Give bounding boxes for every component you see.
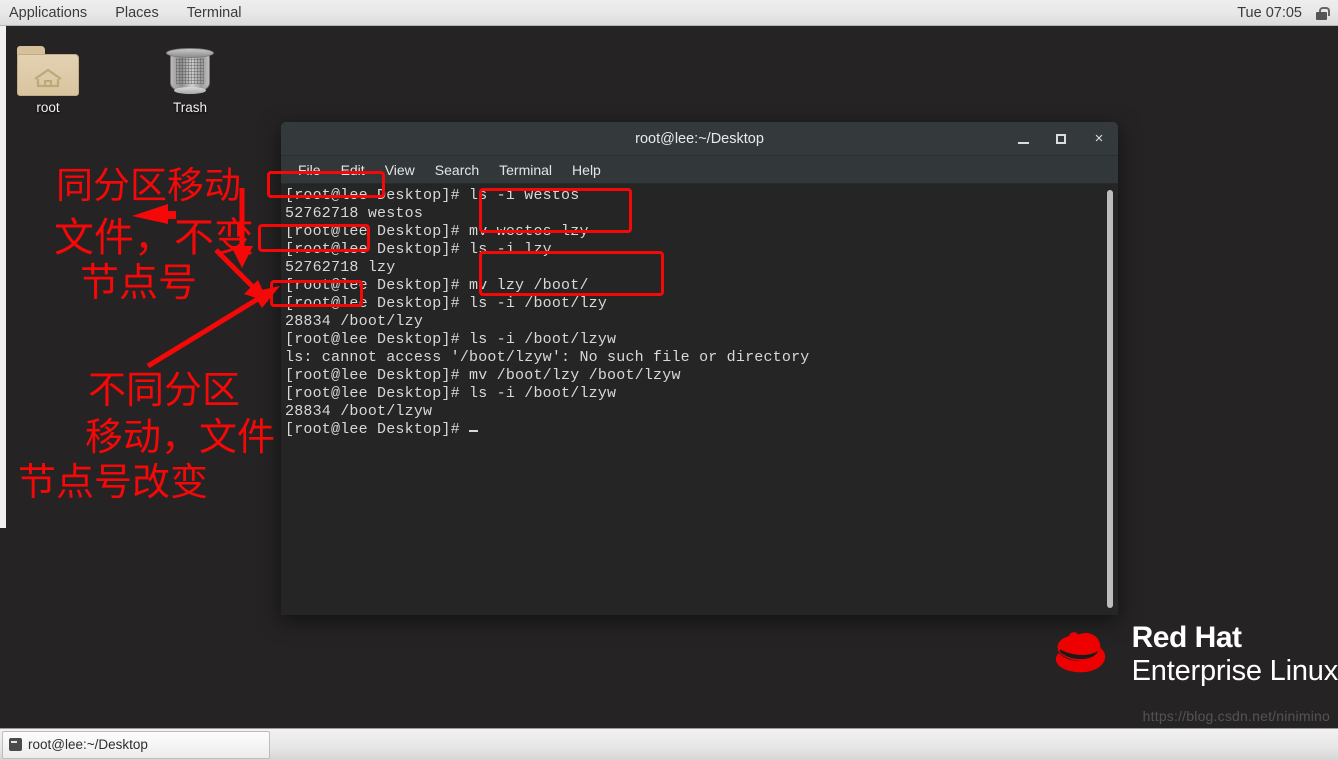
menu-terminal[interactable]: Terminal (492, 160, 559, 180)
panel-menu-applications[interactable]: Applications (0, 0, 101, 26)
desktop-icon-root[interactable]: root (0, 46, 96, 115)
terminal-line: 28834 /boot/lzy (285, 313, 424, 330)
terminal-menu-bar: File Edit View Search Terminal Help (281, 156, 1118, 184)
terminal-line: [root@lee Desktop]# ls -i lzy (285, 241, 552, 258)
taskbar: root@lee:~/Desktop (0, 728, 1338, 760)
top-panel: Applications Places Terminal Tue 07:05 (0, 0, 1338, 26)
terminal-line: [root@lee Desktop]# mv westos lzy (285, 223, 589, 240)
panel-menu-terminal[interactable]: Terminal (173, 0, 256, 26)
terminal-line: [root@lee Desktop]# ls -i /boot/lzyw (285, 331, 617, 348)
trash-icon (164, 46, 216, 96)
desktop-screen: Applications Places Terminal Tue 07:05 r… (0, 0, 1338, 760)
terminal-window[interactable]: root@lee:~/Desktop × File Edit View Sear… (281, 122, 1118, 615)
clock[interactable]: Tue 07:05 (1227, 5, 1312, 21)
close-icon[interactable]: × (1088, 128, 1110, 150)
terminal-scrollbar[interactable] (1107, 190, 1113, 608)
annotation-same-partition-line1: 同分区移动 (56, 164, 241, 207)
minimize-icon[interactable] (1012, 128, 1034, 150)
terminal-line: 52762718 lzy (285, 259, 396, 276)
redhat-wordmark: Red Hat Enterprise Linux (1132, 623, 1338, 686)
maximize-icon[interactable] (1050, 128, 1072, 150)
watermark-text: https://blog.csdn.net/ninimino (1142, 708, 1330, 724)
annotation-same-partition-line3: 节点号 (80, 261, 198, 306)
annotation-diff-partition-line3: 节点号改变 (18, 460, 209, 504)
terminal-cursor (469, 430, 479, 432)
window-title-bar[interactable]: root@lee:~/Desktop × (281, 122, 1118, 156)
terminal-line: ls: cannot access '/boot/lzyw': No such … (285, 349, 810, 366)
panel-menu-places[interactable]: Places (101, 0, 173, 26)
annotation-diff-partition-line2: 移动，文件 (85, 415, 276, 459)
menu-help[interactable]: Help (565, 160, 608, 180)
terminal-line: [root@lee Desktop]# ls -i /boot/lzy (285, 295, 608, 312)
desktop-area: root Trash root@lee:~/Desktop × File Edi… (0, 26, 1338, 728)
window-title: root@lee:~/Desktop (635, 130, 764, 147)
taskbar-window-label: root@lee:~/Desktop (28, 737, 148, 752)
terminal-line: 52762718 westos (285, 205, 424, 222)
panel-status-area: Tue 07:05 (1227, 0, 1338, 26)
terminal-line: 28834 /boot/lzyw (285, 403, 433, 420)
terminal-line: [root@lee Desktop]# mv /boot/lzy /boot/l… (285, 367, 681, 384)
terminal-line: [root@lee Desktop]# (285, 421, 470, 438)
terminal-output-area[interactable]: [root@lee Desktop]# ls -i westos 5276271… (281, 184, 1118, 615)
taskbar-window-button[interactable]: root@lee:~/Desktop (2, 730, 270, 759)
desktop-icon-trash-label: Trash (172, 100, 207, 115)
menu-search[interactable]: Search (428, 160, 486, 180)
terminal-icon (9, 738, 22, 751)
home-folder-icon (17, 46, 79, 96)
terminal-line: [root@lee Desktop]# ls -i westos (285, 187, 580, 204)
terminal-text: [root@lee Desktop]# ls -i westos 5276271… (285, 187, 809, 439)
menu-view[interactable]: View (378, 160, 422, 180)
terminal-line: [root@lee Desktop]# mv lzy /boot/ (285, 277, 589, 294)
lock-icon[interactable] (1312, 3, 1332, 23)
menu-file[interactable]: File (291, 160, 328, 180)
terminal-line: [root@lee Desktop]# ls -i /boot/lzyw (285, 385, 617, 402)
window-controls: × (1012, 122, 1110, 155)
menu-edit[interactable]: Edit (334, 160, 372, 180)
desktop-icon-root-label: root (36, 100, 60, 115)
redhat-branding: Red Hat Enterprise Linux (1044, 623, 1338, 686)
redhat-line1: Red Hat (1131, 621, 1242, 654)
desktop-icon-trash[interactable]: Trash (142, 46, 238, 115)
redhat-fedora-icon (1044, 628, 1116, 682)
annotation-diff-partition-line1: 不同分区 (88, 368, 241, 412)
redhat-line2: Enterprise Linux (1131, 655, 1338, 687)
annotation-same-partition-line2: 文件，不变 (54, 215, 254, 261)
